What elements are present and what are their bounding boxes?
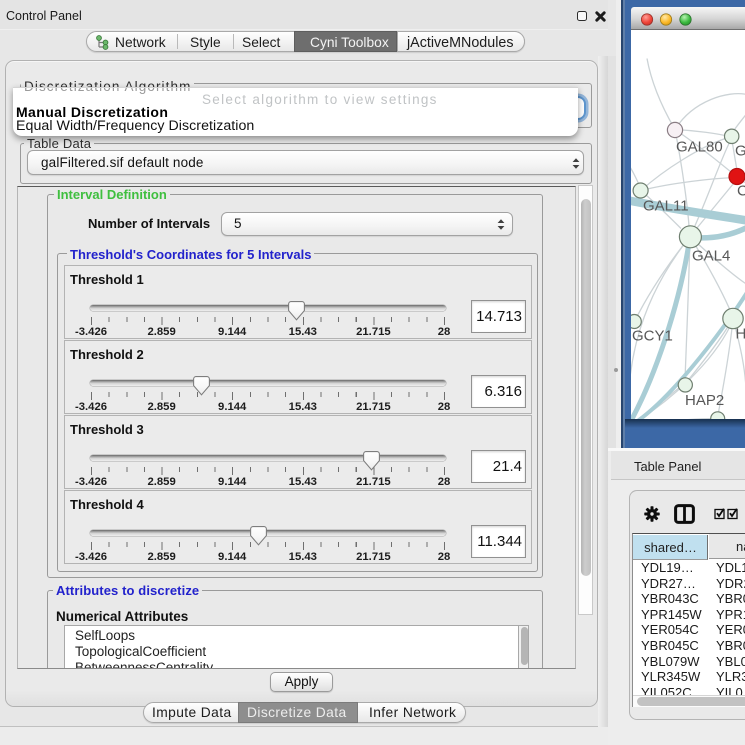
svg-text:GA: GA bbox=[735, 142, 745, 159]
svg-text:CY: CY bbox=[737, 182, 745, 199]
svg-text:H: H bbox=[736, 325, 745, 342]
svg-text:GAL80: GAL80 bbox=[676, 138, 723, 155]
svg-text:HAP2: HAP2 bbox=[685, 392, 724, 409]
svg-text:GCY1: GCY1 bbox=[632, 327, 673, 344]
svg-text:GAL4: GAL4 bbox=[692, 247, 730, 264]
svg-text:GAL11: GAL11 bbox=[643, 197, 689, 214]
